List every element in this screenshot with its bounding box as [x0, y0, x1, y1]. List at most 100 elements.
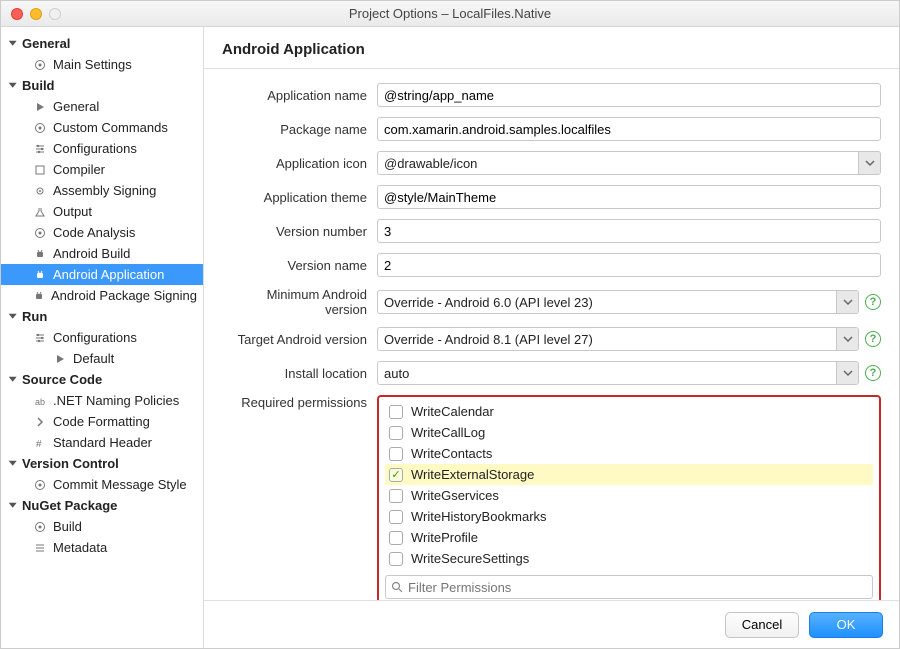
disclosure-triangle-icon	[9, 376, 17, 381]
sidebar-item[interactable]: Assembly Signing	[1, 180, 203, 201]
row-min-sdk: Minimum Android version Override - Andro…	[222, 287, 881, 317]
checkbox-icon[interactable]	[389, 531, 403, 545]
sidebar-item-label: General	[53, 99, 99, 114]
sidebar-item[interactable]: Commit Message Style	[1, 474, 203, 495]
sidebar-category-label: Build	[22, 78, 55, 93]
permission-label: WriteExternalStorage	[411, 467, 534, 482]
input-app-name[interactable]	[377, 83, 881, 107]
checkbox-icon[interactable]	[389, 489, 403, 503]
target-icon	[33, 226, 47, 240]
chevron-down-icon[interactable]	[836, 291, 858, 313]
input-package-name[interactable]	[377, 117, 881, 141]
sidebar-item[interactable]: Android Application	[1, 264, 203, 285]
sidebar-item[interactable]: Configurations	[1, 327, 203, 348]
label-min-sdk: Minimum Android version	[222, 287, 377, 317]
sidebar-item[interactable]: Configurations	[1, 138, 203, 159]
checkbox-icon[interactable]	[389, 552, 403, 566]
minimize-window-icon[interactable]	[30, 8, 42, 20]
checkbox-icon[interactable]	[389, 426, 403, 440]
sidebar-item[interactable]: Build	[1, 516, 203, 537]
cancel-button[interactable]: Cancel	[725, 612, 799, 638]
permissions-filter-input[interactable]	[385, 575, 873, 599]
form-area: Application name Package name Applicatio…	[204, 69, 899, 600]
sidebar-category-label: General	[22, 36, 70, 51]
chevron-down-icon[interactable]	[836, 362, 858, 384]
dropdown-target-sdk[interactable]: Override - Android 8.1 (API level 27)	[377, 327, 859, 351]
sidebar-category[interactable]: Run	[1, 306, 203, 327]
ok-button[interactable]: OK	[809, 612, 883, 638]
sidebar-item-label: Code Formatting	[53, 414, 150, 429]
sidebar-item[interactable]: Code Analysis	[1, 222, 203, 243]
input-version-number[interactable]	[377, 219, 881, 243]
permission-label: WriteContacts	[411, 446, 492, 461]
permission-row[interactable]: WriteGservices	[385, 485, 873, 506]
dropdown-min-sdk-value: Override - Android 6.0 (API level 23)	[378, 295, 836, 310]
chevron-down-icon[interactable]	[836, 328, 858, 350]
help-icon[interactable]: ?	[865, 294, 881, 310]
sidebar-item-label: .NET Naming Policies	[53, 393, 179, 408]
sidebar-category[interactable]: General	[1, 33, 203, 54]
permission-label: WriteCallLog	[411, 425, 485, 440]
sidebar-item[interactable]: Code Formatting	[1, 411, 203, 432]
checkbox-icon[interactable]: ✓	[389, 468, 403, 482]
dropdown-install-location[interactable]: auto	[377, 361, 859, 385]
list-icon	[33, 541, 47, 555]
checkbox-icon[interactable]	[389, 510, 403, 524]
input-app-theme[interactable]	[377, 185, 881, 209]
sidebar-item-label: Code Analysis	[53, 225, 135, 240]
permission-row[interactable]: WriteCalendar	[385, 401, 873, 422]
sidebar-item[interactable]: General	[1, 96, 203, 117]
target-icon	[33, 121, 47, 135]
sidebar[interactable]: General Main Settings Build General Custom C…	[1, 27, 204, 648]
window-controls	[1, 8, 61, 20]
sidebar-category[interactable]: Source Code	[1, 369, 203, 390]
help-icon[interactable]: ?	[865, 331, 881, 347]
help-icon[interactable]: ?	[865, 365, 881, 381]
sidebar-item[interactable]: Custom Commands	[1, 117, 203, 138]
sidebar-category[interactable]: Version Control	[1, 453, 203, 474]
sidebar-item[interactable]: ab .NET Naming Policies	[1, 390, 203, 411]
main-panel: Android Application Application name Pac…	[204, 27, 899, 648]
sliders-icon	[33, 331, 47, 345]
dropdown-min-sdk[interactable]: Override - Android 6.0 (API level 23)	[377, 290, 859, 314]
sidebar-item[interactable]: #Standard Header	[1, 432, 203, 453]
sidebar-category-label: Version Control	[22, 456, 119, 471]
text-icon: ab	[33, 394, 47, 408]
sidebar-item-label: Android Package Signing	[51, 288, 197, 303]
permissions-list[interactable]: WriteCalendar WriteCallLog WriteContacts ✓ W…	[385, 401, 873, 569]
checkbox-icon[interactable]	[389, 405, 403, 419]
close-window-icon[interactable]	[11, 8, 23, 20]
permission-row[interactable]: WriteCallLog	[385, 422, 873, 443]
permission-row[interactable]: WriteSecureSettings	[385, 548, 873, 569]
row-target-sdk: Target Android version Override - Androi…	[222, 327, 881, 351]
zoom-window-icon	[49, 8, 61, 20]
sidebar-item[interactable]: Main Settings	[1, 54, 203, 75]
permission-row[interactable]: WriteContacts	[385, 443, 873, 464]
label-version-name: Version name	[222, 258, 377, 273]
sidebar-category-label: Run	[22, 309, 47, 324]
dialog-footer: Cancel OK	[204, 600, 899, 648]
dropdown-app-icon[interactable]: @drawable/icon	[377, 151, 881, 175]
sidebar-category[interactable]: NuGet Package	[1, 495, 203, 516]
permission-row[interactable]: ✓ WriteExternalStorage	[385, 464, 873, 485]
dropdown-target-sdk-value: Override - Android 8.1 (API level 27)	[378, 332, 836, 347]
target-icon	[33, 520, 47, 534]
row-app-name: Application name	[222, 83, 881, 107]
label-app-theme: Application theme	[222, 190, 377, 205]
sidebar-item[interactable]: Metadata	[1, 537, 203, 558]
sidebar-item[interactable]: Compiler	[1, 159, 203, 180]
sidebar-item[interactable]: Android Package Signing	[1, 285, 203, 306]
row-app-theme: Application theme	[222, 185, 881, 209]
checkbox-icon[interactable]	[389, 447, 403, 461]
permission-row[interactable]: WriteHistoryBookmarks	[385, 506, 873, 527]
input-version-name[interactable]	[377, 253, 881, 277]
permission-row[interactable]: WriteProfile	[385, 527, 873, 548]
disclosure-triangle-icon	[9, 82, 17, 87]
sidebar-item[interactable]: Android Build	[1, 243, 203, 264]
permission-label: WriteHistoryBookmarks	[411, 509, 547, 524]
chevron-down-icon[interactable]	[858, 152, 880, 174]
sidebar-category[interactable]: Build	[1, 75, 203, 96]
sidebar-item[interactable]: Default	[1, 348, 203, 369]
target-icon	[33, 58, 47, 72]
sidebar-item[interactable]: Output	[1, 201, 203, 222]
